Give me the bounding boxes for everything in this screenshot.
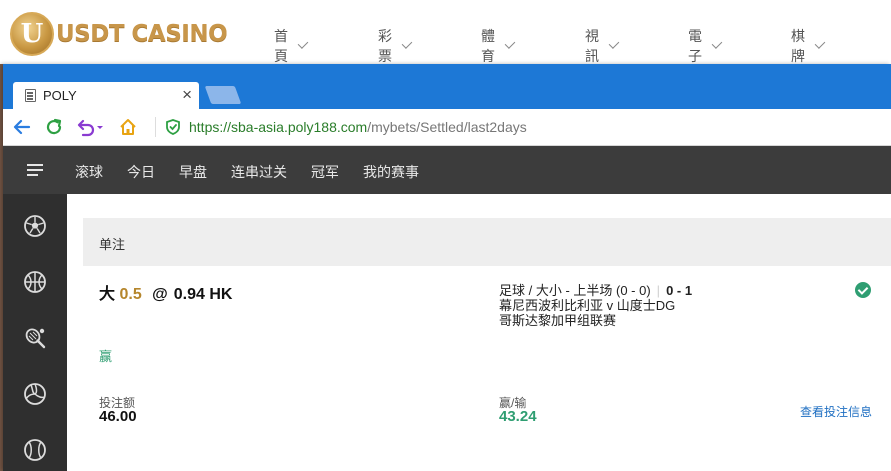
- match-teams: 幕尼西波利比利亚 v 山度士DG: [499, 298, 676, 313]
- nav-item-live[interactable]: 視訊: [585, 26, 620, 66]
- new-tab-button[interactable]: [204, 86, 242, 104]
- nav-item-lottery[interactable]: 彩票: [378, 26, 413, 66]
- tab-early[interactable]: 早盘: [179, 162, 207, 182]
- hamburger-menu-icon[interactable]: [27, 164, 43, 176]
- nav-item-home[interactable]: 首頁: [274, 26, 309, 66]
- bet-content: 单注 大 0.5 @0.94 HK 足球 / 大小 - 上半场 (0 - 0) |…: [67, 194, 891, 471]
- sportsbook-nav: 滚球 今日 早盘 连串过关 冠军 我的赛事: [3, 146, 891, 194]
- sports-sidebar: [3, 194, 67, 471]
- nav-label: 棋牌: [791, 28, 805, 64]
- chevron-down-icon: [711, 38, 723, 49]
- chevron-down-icon: [401, 38, 413, 49]
- tab-live[interactable]: 滚球: [75, 162, 103, 182]
- url-text[interactable]: https://sba-asia.poly188.com/mybets/Sett…: [189, 119, 527, 135]
- undo-button[interactable]: [75, 117, 105, 137]
- page-icon: [25, 89, 36, 102]
- bet-type-header: 单注: [83, 218, 891, 266]
- url-path: /mybets/Settled/last2days: [367, 119, 527, 135]
- nav-label: 彩票: [378, 28, 392, 64]
- url-separator: [155, 117, 156, 137]
- reload-button[interactable]: [44, 117, 64, 137]
- tab-my-events[interactable]: 我的赛事: [363, 162, 419, 182]
- nav-item-cards[interactable]: 棋牌: [791, 26, 826, 66]
- tab-today[interactable]: 今日: [127, 162, 155, 182]
- volleyball-icon[interactable]: [23, 382, 47, 406]
- undo-icon: [77, 119, 103, 137]
- address-bar: https://sba-asia.poly188.com/mybets/Sett…: [3, 109, 891, 146]
- tab-close-button[interactable]: ×: [182, 86, 192, 103]
- chevron-down-icon: [814, 38, 826, 49]
- nav-item-sports[interactable]: 體育: [481, 26, 516, 66]
- market-line: 足球 / 大小 - 上半场 (0 - 0) | 0 - 1: [499, 283, 692, 298]
- shield-icon: [166, 119, 180, 135]
- nav-item-slots[interactable]: 電子: [688, 26, 723, 66]
- bet-pick: 大: [99, 286, 116, 303]
- home-icon: [120, 119, 136, 135]
- site-logo[interactable]: U USDT CASINO: [10, 12, 228, 56]
- chevron-down-icon: [608, 38, 620, 49]
- match-score: 0 - 1: [666, 283, 693, 298]
- browser-tab[interactable]: POLY ×: [13, 82, 199, 109]
- nav-label: 首頁: [274, 28, 288, 64]
- stake-value: 46.00: [99, 408, 137, 425]
- market-info: 足球 / 大小 - 上半场 (0 - 0) | 0 - 1 幕尼西波利比利亚 v 山…: [499, 283, 692, 328]
- nav-label: 視訊: [585, 28, 599, 64]
- back-button[interactable]: [12, 117, 32, 137]
- site-header: U USDT CASINO 首頁 彩票 體育 視訊 電子 棋牌: [0, 0, 891, 64]
- league-name: 哥斯达黎加甲组联赛: [499, 313, 617, 328]
- bet-status: 赢: [99, 349, 113, 364]
- settled-check-icon: [855, 282, 871, 298]
- logo-letter: U: [20, 19, 44, 49]
- tab-outright[interactable]: 冠军: [311, 162, 339, 182]
- nav-label: 電子: [688, 28, 702, 64]
- winloss-value: 43.24: [499, 408, 537, 425]
- basketball-icon[interactable]: [23, 270, 47, 294]
- nav-label: 體育: [481, 28, 495, 64]
- security-shield[interactable]: [163, 117, 183, 137]
- home-button[interactable]: [118, 117, 138, 137]
- url-host: https://sba-asia.poly188.com: [189, 119, 368, 135]
- bet-odds: 0.94 HK: [173, 286, 233, 303]
- tennis-icon[interactable]: [23, 326, 47, 350]
- chevron-down-icon: [504, 38, 516, 49]
- back-arrow-icon: [13, 119, 31, 135]
- market-name: 足球 / 大小 - 上半场 (0 - 0): [499, 283, 651, 298]
- view-bet-details-link[interactable]: 查看投注信息: [800, 403, 872, 420]
- tab-title: POLY: [43, 88, 77, 103]
- bet-handicap: 0.5: [119, 286, 142, 303]
- soccer-ball-icon[interactable]: [23, 214, 47, 238]
- logo-coin-icon: U: [10, 12, 54, 56]
- logo-text: USDT CASINO: [56, 21, 228, 47]
- browser-window: POLY × https://sba-asia.poly188.com/mybe…: [3, 64, 891, 471]
- at-symbol: @: [152, 286, 168, 303]
- baseball-icon[interactable]: [23, 438, 47, 462]
- bet-selection: 大 0.5 @0.94 HK: [99, 280, 232, 304]
- divider: |: [656, 283, 661, 298]
- reload-icon: [46, 118, 62, 135]
- chevron-down-icon: [297, 38, 309, 49]
- tab-parlay[interactable]: 连串过关: [231, 162, 287, 182]
